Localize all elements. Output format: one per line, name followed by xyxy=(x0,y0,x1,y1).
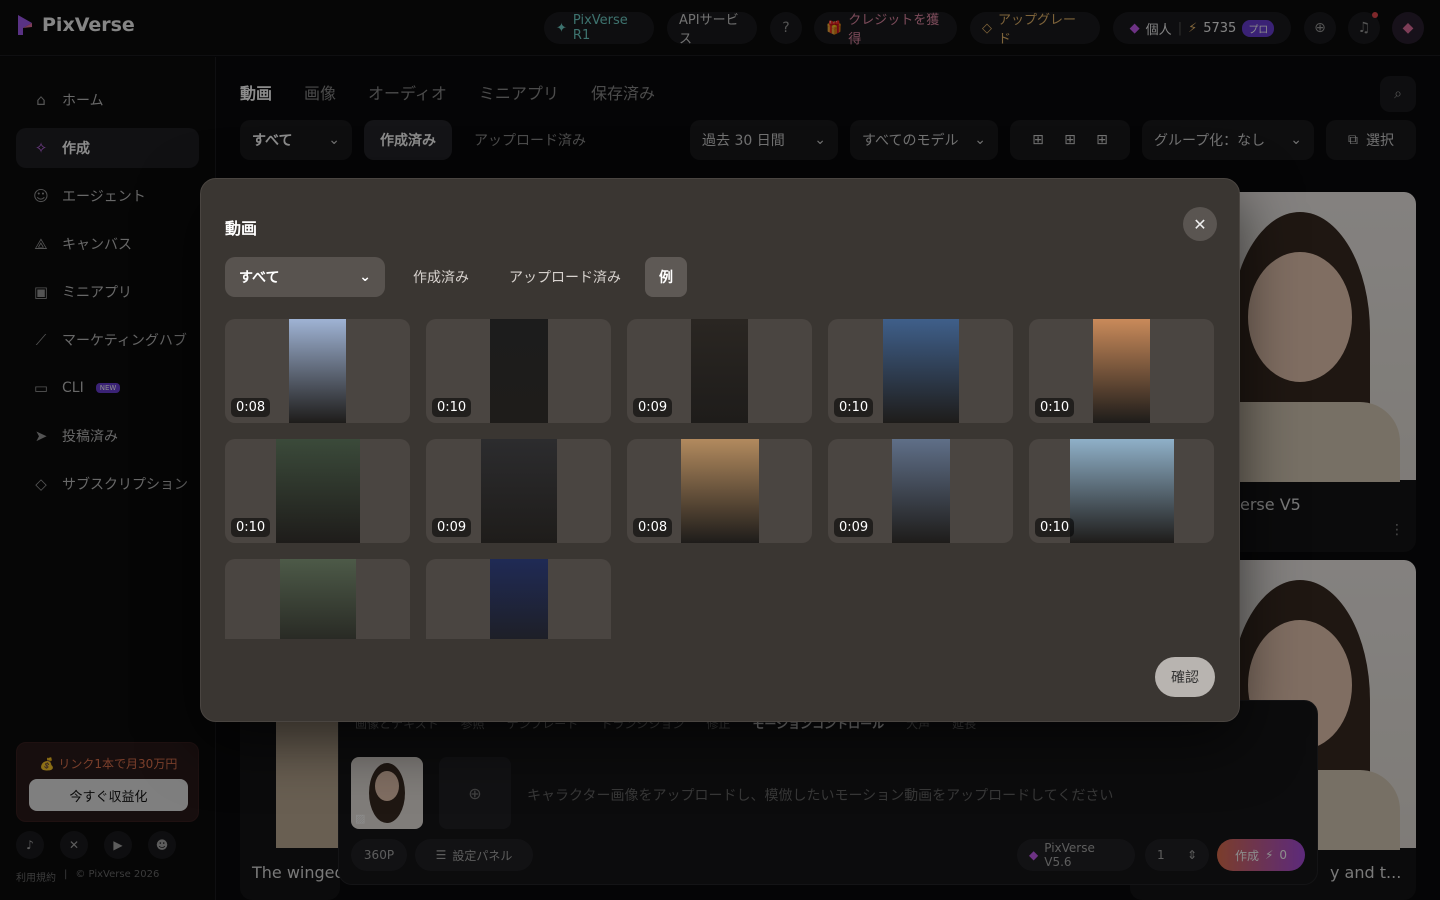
video-preview xyxy=(489,559,548,639)
video-preview xyxy=(275,439,360,543)
video-preview xyxy=(891,439,950,543)
duration-badge: 0:10 xyxy=(231,518,271,537)
modal-type-select[interactable]: すべて ⌄ xyxy=(225,257,385,297)
duration-badge: 0:09 xyxy=(633,398,673,417)
modal-tab-created[interactable]: 作成済み xyxy=(413,257,469,297)
duration-badge: 0:10 xyxy=(834,398,874,417)
duration-badge: 0:09 xyxy=(834,518,874,537)
modal-tab-uploaded[interactable]: アップロード済み xyxy=(509,257,621,297)
chevron-down-icon: ⌄ xyxy=(359,269,371,285)
video-thumbnail[interactable]: 0:10 xyxy=(426,319,611,423)
duration-badge: 0:09 xyxy=(432,518,472,537)
video-preview xyxy=(882,319,959,423)
confirm-button[interactable]: 確認 xyxy=(1155,657,1215,697)
video-thumbnail[interactable]: 0:08 xyxy=(627,439,812,543)
video-thumbnail[interactable]: 0:08 xyxy=(225,319,410,423)
video-thumbnail[interactable]: 0:09 xyxy=(627,319,812,423)
video-thumbnail[interactable] xyxy=(225,559,410,639)
close-icon: ✕ xyxy=(1193,214,1207,234)
duration-badge: 0:08 xyxy=(231,398,271,417)
close-button[interactable]: ✕ xyxy=(1183,207,1217,241)
duration-badge: 0:08 xyxy=(633,518,673,537)
video-thumbnail[interactable]: 0:10 xyxy=(1029,319,1214,423)
video-thumbnail[interactable]: 0:10 xyxy=(225,439,410,543)
video-thumbnail[interactable]: 0:09 xyxy=(426,439,611,543)
video-preview xyxy=(691,319,748,423)
video-thumbnail[interactable]: 0:10 xyxy=(1029,439,1214,543)
duration-badge: 0:10 xyxy=(1035,518,1075,537)
video-thumbnail[interactable]: 0:10 xyxy=(828,319,1013,423)
video-preview xyxy=(489,319,548,423)
modal-title: 動画 xyxy=(225,219,258,238)
video-thumbnail[interactable]: 0:09 xyxy=(828,439,1013,543)
video-preview xyxy=(680,439,759,543)
video-grid: 0:08 0:10 0:09 0:10 0:10 0:10 0:09 0:08 0:09 0:10 xyxy=(225,319,1217,639)
video-picker-modal: 動画 ✕ すべて ⌄ 作成済み アップロード済み 例 0:08 0:10 0:09 0… xyxy=(200,178,1240,722)
duration-badge: 0:10 xyxy=(432,398,472,417)
video-preview xyxy=(1093,319,1150,423)
modal-tab-examples[interactable]: 例 xyxy=(645,257,687,297)
video-thumbnail[interactable] xyxy=(426,559,611,639)
video-preview xyxy=(279,559,356,639)
video-preview xyxy=(1069,439,1174,543)
video-preview xyxy=(289,319,346,423)
video-preview xyxy=(480,439,557,543)
duration-badge: 0:10 xyxy=(1035,398,1075,417)
